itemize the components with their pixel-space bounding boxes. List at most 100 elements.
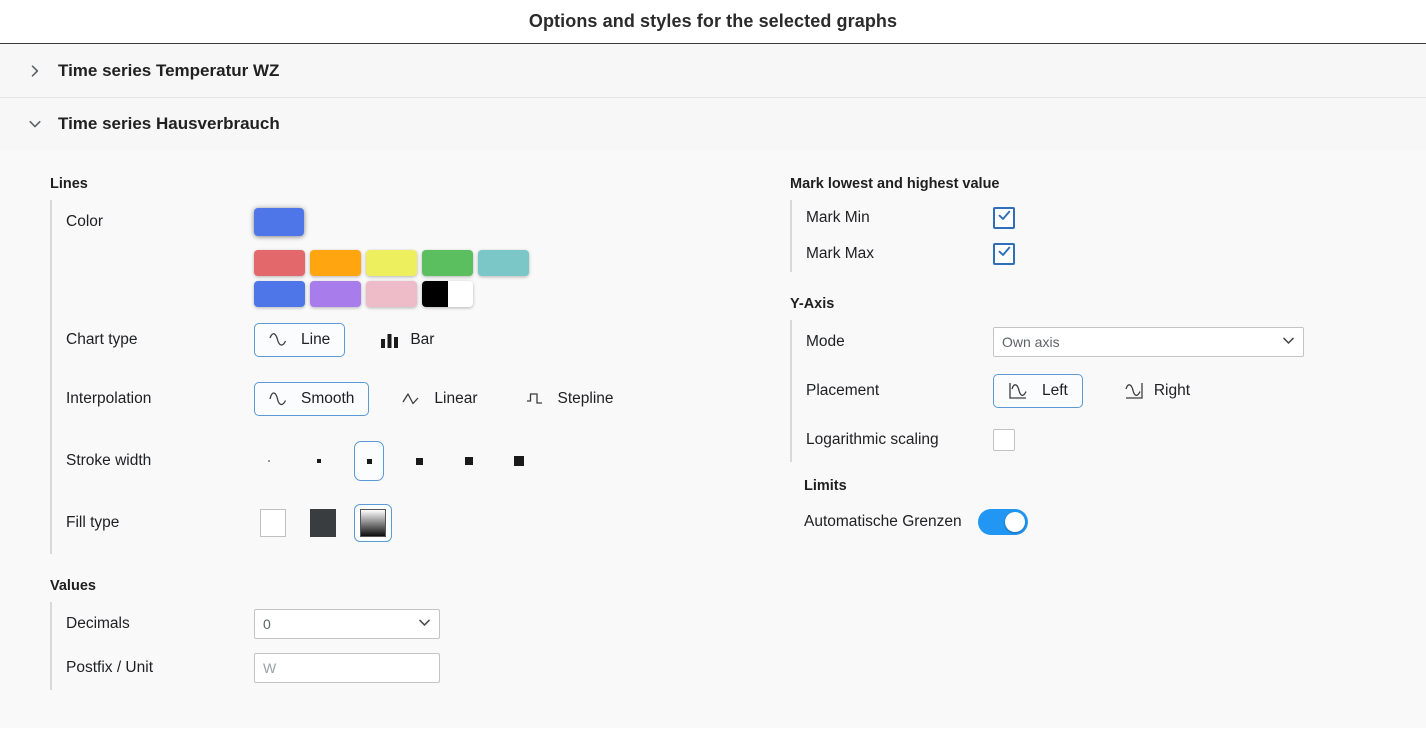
interpolation-smooth-button[interactable]: Smooth — [254, 382, 370, 416]
stroke-width-option[interactable] — [304, 441, 334, 481]
values-group-title: Values — [50, 578, 96, 594]
page-header: Options and styles for the selected grap… — [0, 0, 1426, 44]
mark-max-label: Mark Max — [806, 245, 875, 262]
palette-half-white — [447, 281, 473, 307]
fill-type-solid-button[interactable] — [304, 504, 342, 542]
stroke-width-dot — [514, 456, 524, 466]
placement-label: Placement — [806, 382, 880, 399]
palette-swatch[interactable] — [478, 250, 529, 276]
interpolation-linear-button[interactable]: Linear — [387, 382, 492, 416]
stroke-width-dot — [366, 458, 372, 464]
yaxis-mode-label: Mode — [806, 333, 845, 350]
interpolation-linear-label: Linear — [434, 390, 478, 407]
placement-left-label: Left — [1042, 382, 1068, 399]
yaxis-mode-row: Mode Own axis — [792, 320, 1426, 364]
accordion-title: Time series Hausverbrauch — [58, 114, 280, 133]
mark-min-row: Mark Min — [792, 200, 1426, 236]
mark-group-title: Mark lowest and highest value — [790, 176, 1000, 192]
options-styles-page: Options and styles for the selected grap… — [0, 0, 1426, 749]
automatic-limits-toggle[interactable] — [977, 509, 1028, 535]
lines-group-title: Lines — [50, 176, 88, 192]
interpolation-smooth-label: Smooth — [301, 390, 355, 407]
placement-right-button[interactable]: Right — [1105, 374, 1205, 408]
logarithmic-checkbox[interactable] — [993, 429, 1015, 451]
chart-type-row: Chart type Line Bar — [52, 312, 790, 368]
fill-solid-swatch — [310, 509, 336, 537]
left-column: Lines Color Chart type Line Bar Interpol… — [0, 150, 790, 728]
stroke-width-option[interactable] — [254, 441, 284, 481]
check-icon — [997, 244, 1012, 264]
postfix-input[interactable] — [254, 653, 440, 683]
limits-auto-row: Automatische Grenzen — [790, 502, 1426, 542]
limits-group-title: Limits — [804, 478, 847, 494]
palette-swatch[interactable] — [310, 250, 361, 276]
stroke-width-option[interactable] — [354, 441, 384, 481]
stroke-width-dot — [415, 457, 423, 465]
values-group-body: Decimals 0 Postfix / Unit — [50, 602, 790, 690]
chart-type-line-button[interactable]: Line — [254, 323, 346, 357]
color-label: Color — [66, 213, 104, 230]
mark-max-row: Mark Max — [792, 236, 1426, 272]
mark-max-checkbox[interactable] — [993, 243, 1015, 265]
decimals-select[interactable]: 0 — [254, 609, 440, 639]
fill-gradient-swatch — [360, 509, 386, 537]
fill-type-none-button[interactable] — [254, 504, 292, 542]
accordion-section-hausverbrauch[interactable]: Time series Hausverbrauch — [0, 98, 1426, 150]
placement-row: Placement Left Right — [792, 364, 1426, 418]
interpolation-stepline-button[interactable]: Stepline — [511, 382, 629, 416]
wave-line-icon — [269, 332, 291, 348]
toggle-knob — [1004, 512, 1025, 532]
interpolation-label: Interpolation — [66, 390, 152, 407]
palette-swatch[interactable] — [366, 250, 417, 276]
stroke-width-row: Stroke width — [52, 430, 790, 492]
palette-swatch[interactable] — [254, 250, 305, 276]
stroke-width-dot — [268, 460, 270, 462]
axis-right-icon — [1120, 382, 1144, 400]
stroke-width-option[interactable] — [404, 441, 434, 481]
stroke-width-option[interactable] — [504, 441, 534, 481]
yaxis-mode-select[interactable]: Own axis — [993, 327, 1304, 357]
fill-type-label: Fill type — [66, 514, 120, 531]
accordion-title: Time series Temperatur WZ — [58, 60, 280, 80]
chart-type-bar-button[interactable]: Bar — [365, 323, 449, 357]
color-row: Color — [52, 200, 790, 244]
step-line-icon — [526, 391, 548, 407]
palette-row-2 — [254, 281, 529, 307]
chart-type-bar-label: Bar — [410, 331, 435, 348]
interpolation-stepline-label: Stepline — [557, 390, 614, 407]
right-column: Mark lowest and highest value Mark Min M… — [790, 150, 1426, 728]
limits-auto-label: Automatische Grenzen — [804, 513, 962, 530]
accordion-section-temperatur-wz[interactable]: Time series Temperatur WZ — [0, 44, 1426, 98]
wave-smooth-icon — [269, 391, 291, 407]
palette-swatch[interactable] — [422, 250, 473, 276]
yaxis-mode-value: Own axis — [1002, 334, 1060, 350]
yaxis-group-body: Mode Own axis Placement Left Right Logar… — [790, 320, 1426, 462]
stroke-width-dot — [465, 457, 473, 465]
stroke-width-dot — [317, 459, 321, 463]
decimals-label: Decimals — [66, 615, 130, 632]
mark-min-checkbox[interactable] — [993, 207, 1015, 229]
lines-group-body: Color Chart type Line Bar Interpolation … — [50, 200, 790, 554]
palette-swatch[interactable] — [310, 281, 361, 307]
decimals-row: Decimals 0 — [52, 602, 790, 646]
fill-type-gradient-button[interactable] — [354, 504, 392, 542]
stroke-width-options — [254, 441, 554, 481]
chart-type-label: Chart type — [66, 331, 138, 348]
axis-left-icon — [1008, 382, 1032, 400]
palette-half-black — [422, 281, 448, 307]
placement-left-button[interactable]: Left — [993, 374, 1083, 408]
stroke-width-option[interactable] — [454, 441, 484, 481]
yaxis-group-title: Y-Axis — [790, 296, 835, 312]
palette-swatch[interactable] — [254, 281, 305, 307]
palette-swatch[interactable] — [366, 281, 417, 307]
palette-swatch-black-white[interactable] — [422, 281, 473, 307]
check-icon — [997, 208, 1012, 228]
bar-chart-icon — [380, 332, 400, 348]
mark-min-label: Mark Min — [806, 209, 870, 226]
accordion: Time series Temperatur WZ Time series Ha… — [0, 44, 1426, 150]
current-color-swatch[interactable] — [254, 208, 304, 236]
chart-type-line-label: Line — [301, 331, 331, 348]
interpolation-row: Interpolation Smooth Linear Stepline — [52, 368, 790, 430]
chevron-down-icon — [26, 115, 44, 133]
fill-none-swatch — [260, 509, 286, 537]
